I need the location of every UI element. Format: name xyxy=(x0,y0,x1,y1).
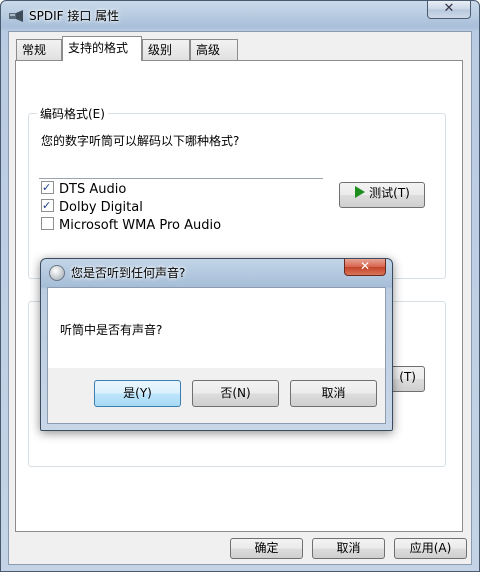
encoding-formats-group: 编码格式(E) 您的数字听筒可以解码以下哪种格式? DTS Audio Dolb… xyxy=(28,105,446,279)
tab-supported-formats[interactable]: 支持的格式 xyxy=(62,36,142,61)
close-icon: ✕ xyxy=(443,1,455,16)
encoding-prompt: 您的数字听筒可以解码以下哪种格式? xyxy=(41,134,240,148)
format-list: DTS Audio Dolby Digital Microsoft WMA Pr… xyxy=(39,178,323,259)
dialog-cancel-button[interactable]: 取消 xyxy=(290,380,377,407)
speaker-icon xyxy=(9,10,23,22)
dialog-message: 听筒中是否有声音? xyxy=(60,323,163,337)
ok-button[interactable]: 确定 xyxy=(230,538,303,559)
dialog-title: 您是否听到任何声音? xyxy=(71,266,186,280)
dialog-close-button[interactable]: ✕ xyxy=(344,259,386,276)
format-item-wma-pro[interactable]: Microsoft WMA Pro Audio xyxy=(41,217,221,235)
play-icon xyxy=(355,186,366,198)
dialog-body: 听筒中是否有声音? 是(Y) 否(N) 取消 xyxy=(47,287,386,424)
checkbox-checked-icon[interactable] xyxy=(41,197,54,215)
close-icon: ✕ xyxy=(359,259,371,273)
checkbox-unchecked-icon[interactable] xyxy=(41,217,54,230)
apply-button[interactable]: 应用(A) xyxy=(394,538,467,559)
tab-advanced[interactable]: 高级 xyxy=(190,39,238,60)
sound-check-dialog: 您是否听到任何声音? ✕ 听筒中是否有声音? 是(Y) 否(N) 取消 xyxy=(40,258,393,431)
no-button[interactable]: 否(N) xyxy=(192,380,279,407)
yes-button[interactable]: 是(Y) xyxy=(94,380,181,407)
tab-general[interactable]: 常规 xyxy=(16,39,62,60)
dialog-app-icon xyxy=(49,265,65,281)
tab-levels[interactable]: 级别 xyxy=(142,39,190,60)
format-item-dolby[interactable]: Dolby Digital xyxy=(41,197,143,217)
window-title: SPDIF 接口 属性 xyxy=(29,9,120,23)
checkbox-checked-icon[interactable] xyxy=(41,179,54,197)
window-close-button[interactable]: ✕ xyxy=(427,1,471,19)
title-bar[interactable]: SPDIF 接口 属性 ✕ xyxy=(1,1,479,31)
cancel-button[interactable]: 取消 xyxy=(312,538,385,559)
encoding-formats-label: 编码格式(E) xyxy=(37,105,108,122)
test-encoding-button[interactable]: 测试(T) xyxy=(339,182,425,208)
format-item-dts[interactable]: DTS Audio xyxy=(41,179,126,199)
dialog-message-area: 听筒中是否有声音? xyxy=(48,288,385,368)
